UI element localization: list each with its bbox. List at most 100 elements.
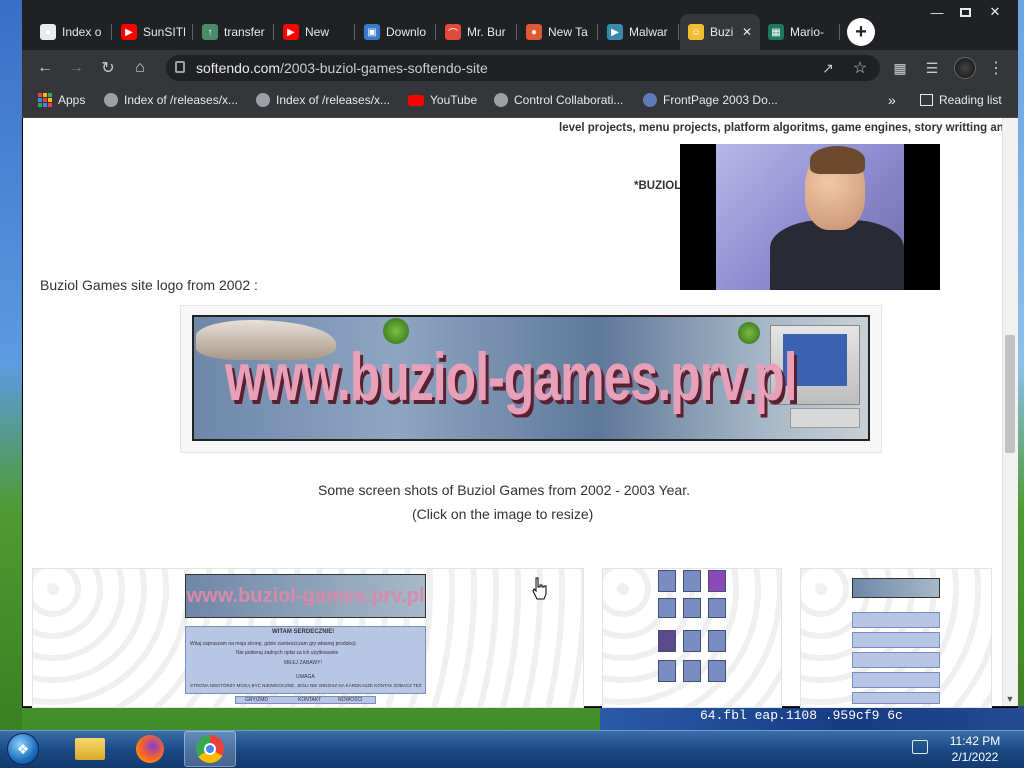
tab-separator <box>839 24 840 40</box>
system-clock[interactable]: 11:42 PM 2/1/2022 <box>930 733 1020 765</box>
close-tab-icon[interactable]: ✕ <box>742 25 752 39</box>
globe-icon <box>494 93 508 107</box>
profile-avatar[interactable] <box>954 57 976 79</box>
clock-date: 2/1/2022 <box>951 750 999 764</box>
picture-icon: ▣ <box>364 24 380 40</box>
back-arrow-icon: ← <box>37 59 53 76</box>
puzzle-icon: ▦ <box>893 59 907 76</box>
thumb-list-row <box>852 652 940 668</box>
tab-10[interactable]: ▦ Mario- <box>760 14 840 50</box>
tab-3[interactable]: ↑ transfer <box>194 14 274 50</box>
forward-button[interactable]: → <box>64 56 88 80</box>
thumb-link[interactable]: GRY/ZMD <box>245 697 268 703</box>
scrollbar-thumb[interactable] <box>1005 335 1015 453</box>
minimize-button[interactable]: — <box>922 2 952 22</box>
taskbar-firefox[interactable] <box>124 731 176 767</box>
network-icon[interactable] <box>912 740 928 754</box>
tab-2[interactable]: ▶ SunSITE <box>113 14 193 50</box>
menu-button[interactable]: ⋮ <box>984 56 1008 80</box>
media-button[interactable]: ☰ <box>920 56 944 80</box>
start-button[interactable]: ❖ <box>2 731 44 767</box>
tab-5[interactable]: ▣ Downlo <box>356 14 436 50</box>
taskbar-chrome[interactable] <box>184 731 236 767</box>
bookmarks-overflow-button[interactable]: » <box>888 86 896 114</box>
tab-title: Mario- <box>790 25 825 39</box>
address-bar[interactable]: softendo.com/2003-buziol-games-softendo-… <box>166 55 880 81</box>
rainbow-icon: ⌒ <box>445 24 461 40</box>
bookmark-item[interactable]: Index of /releases/x... <box>256 86 390 114</box>
reading-list-button[interactable]: Reading list <box>920 86 1002 114</box>
maximize-button[interactable] <box>950 2 980 22</box>
scroll-down-arrow-icon[interactable]: ▼ <box>1004 694 1016 704</box>
tab-title: New <box>305 25 330 39</box>
tab-separator <box>111 24 112 40</box>
tab-title: SunSITE <box>143 25 185 39</box>
bookmark-item[interactable]: Index of /releases/x... <box>104 86 238 114</box>
reload-button[interactable]: ↻ <box>96 56 120 80</box>
thumb-card <box>658 660 676 682</box>
thumb-card <box>658 570 676 592</box>
globe-icon <box>104 93 118 107</box>
thumb-list-row <box>852 612 940 628</box>
tab-6[interactable]: ⌒ Mr. Bur <box>437 14 517 50</box>
screenshots-caption: Some screen shots of Buziol Games from 2… <box>318 482 690 498</box>
extensions-button[interactable]: ▦ <box>888 56 912 80</box>
tab-separator <box>516 24 517 40</box>
apps-grid-icon <box>38 93 52 107</box>
thumb-text-line: Witaj zapraszam na moja stronę, gdzie za… <box>190 641 358 647</box>
desktop-background-left <box>0 0 22 730</box>
thumb-list-row <box>852 692 940 704</box>
thumb-card <box>708 660 726 682</box>
bookmark-item[interactable]: FrontPage 2003 Do... <box>643 86 778 114</box>
lock-icon <box>175 61 185 73</box>
tab-title: Malwar <box>629 25 668 39</box>
tab-8[interactable]: ▶ Malwar <box>599 14 679 50</box>
tab-9[interactable]: ☺ Buzi ✕ <box>680 14 760 50</box>
home-button[interactable]: ⌂ <box>128 56 152 80</box>
windows-logo-icon: ❖ <box>7 733 39 765</box>
minimize-icon: — <box>930 4 944 20</box>
forward-arrow-icon: → <box>68 59 84 76</box>
video-figure-coat <box>770 220 904 290</box>
close-icon: ✕ <box>989 4 1001 19</box>
thumb-card <box>683 660 701 682</box>
home-icon: ⌂ <box>135 59 145 76</box>
bookmark-star-button[interactable]: ☆ <box>848 56 872 80</box>
tab-7[interactable]: ● New Ta <box>518 14 598 50</box>
bookmark-item[interactable]: YouTube <box>408 86 477 114</box>
banner-title: www.buziol-games.prv.pl <box>225 339 798 415</box>
thumb-banner <box>852 578 940 598</box>
tab-4[interactable]: ▶ New <box>275 14 355 50</box>
globe-icon <box>256 93 270 107</box>
close-window-button[interactable]: ✕ <box>980 2 1010 22</box>
reload-icon: ↻ <box>101 60 115 77</box>
tab-separator <box>354 24 355 40</box>
bookmark-label: Index of /releases/x... <box>124 93 239 107</box>
new-tab-button[interactable]: + <box>847 18 875 46</box>
thumb-link[interactable]: NOWOŚCI <box>338 697 362 703</box>
youtube-icon: ▶ <box>283 24 299 40</box>
duckduckgo-icon: ● <box>526 24 542 40</box>
thumb-card <box>658 630 676 652</box>
bookmark-apps[interactable]: Apps <box>38 86 85 114</box>
taskbar-explorer[interactable] <box>64 731 116 767</box>
thumb-section-title: MIŁEJ ZABAWY! <box>284 660 322 666</box>
share-icon: ↗ <box>822 59 834 76</box>
thumb-link[interactable]: KONTAKT <box>298 697 321 703</box>
firefox-icon <box>136 735 164 763</box>
tab-separator <box>192 24 193 40</box>
tab-1[interactable]: ● Index o <box>32 14 112 50</box>
share-button[interactable]: ↗ <box>816 56 840 80</box>
thumb-list-row <box>852 672 940 688</box>
reading-list-icon <box>920 94 933 106</box>
media-queue-icon: ☰ <box>925 59 939 76</box>
bookmark-item[interactable]: Control Collaborati... <box>494 86 623 114</box>
tab-title: Buzi <box>710 25 734 39</box>
tab-title: transfer <box>224 25 265 39</box>
back-button[interactable]: ← <box>33 56 57 80</box>
thumb-card <box>708 570 726 592</box>
tab-separator <box>678 24 679 40</box>
thumb-card <box>683 570 701 592</box>
address-host: softendo.com <box>196 60 281 76</box>
chrome-icon <box>196 735 224 763</box>
